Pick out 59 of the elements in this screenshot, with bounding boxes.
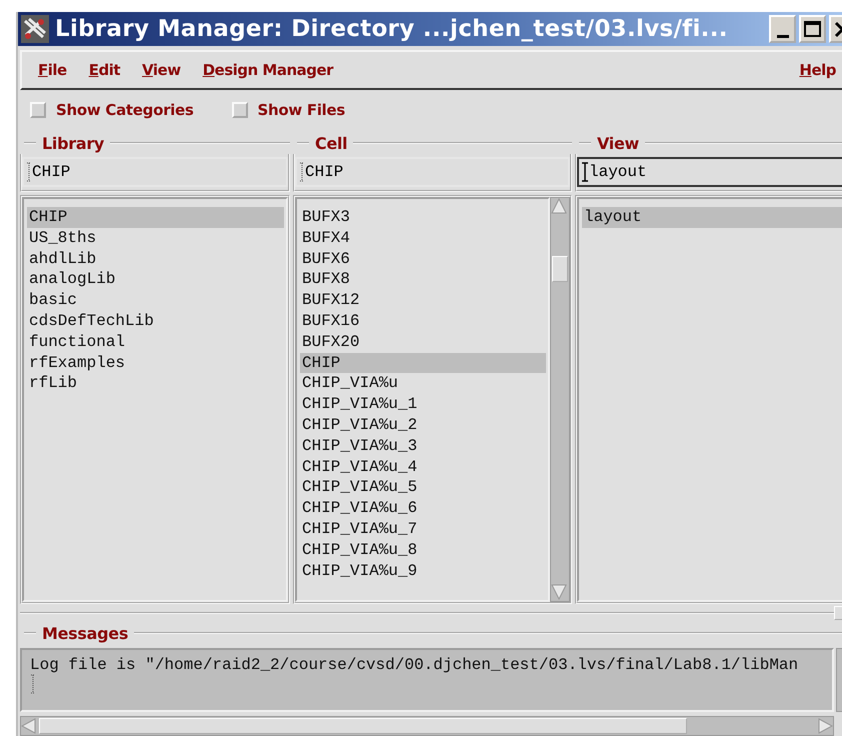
list-item[interactable]: CHIP_VIA%u_6: [300, 498, 546, 519]
checkbox[interactable]: [232, 102, 248, 118]
list-item[interactable]: CHIP_VIA%u_8: [300, 540, 546, 561]
list-item[interactable]: CHIP_VIA%u_1: [300, 394, 546, 415]
text-field[interactable]: CHIP: [295, 157, 570, 187]
list-item[interactable]: BUFX3: [300, 207, 546, 228]
list-item[interactable]: BUFX12: [300, 290, 546, 311]
list-item[interactable]: cdsDefTechLib: [27, 310, 284, 332]
minimize-icon: [776, 34, 788, 38]
list-item[interactable]: functional: [27, 332, 284, 353]
scroll-thumb[interactable]: [552, 256, 568, 282]
horizontal-scrollbar[interactable]: [20, 716, 834, 736]
text-cursor-icon: [581, 162, 589, 182]
list-item[interactable]: CHIP_VIA%u_7: [300, 518, 546, 540]
group-label: Cell: [315, 134, 348, 152]
list-item[interactable]: CHIP_VIA%u_2: [300, 414, 546, 436]
list-item[interactable]: CHIP: [300, 352, 546, 374]
menu-item[interactable]: View: [142, 61, 181, 79]
text-field[interactable]: layout: [577, 157, 842, 187]
checkbox-label: Show Categories: [56, 101, 194, 119]
list-item[interactable]: BUFX8: [300, 269, 546, 290]
group-label: View: [597, 134, 640, 152]
minimize-button[interactable]: [769, 15, 796, 43]
list-item[interactable]: BUFX6: [300, 248, 546, 270]
list-item[interactable]: layout: [582, 207, 842, 228]
list-item[interactable]: BUFX4: [300, 228, 546, 249]
help-menu[interactable]: Help: [799, 61, 836, 79]
group-label: Messages: [42, 624, 128, 642]
list-item[interactable]: basic: [27, 290, 284, 311]
list-item[interactable]: US_8ths: [27, 228, 284, 249]
list-item[interactable]: CHIP_VIA%u_3: [300, 436, 546, 457]
text-cursor-icon: [299, 162, 305, 182]
list-item[interactable]: CHIP: [27, 207, 284, 228]
scroll-thumb[interactable]: [39, 718, 687, 734]
text-field[interactable]: CHIP: [22, 157, 288, 187]
checkbox[interactable]: [30, 102, 46, 118]
menu-item[interactable]: Design Manager: [202, 61, 334, 79]
scrollbar[interactable]: [550, 197, 570, 602]
list-item[interactable]: rfExamples: [27, 352, 284, 374]
text-cursor-icon: [30, 674, 36, 694]
window-title: Library Manager: Directory ...jchen_test/03.lvs/fi...: [55, 16, 729, 42]
list-item[interactable]: BUFX20: [300, 332, 546, 353]
app-icon: [21, 15, 49, 43]
maximize-icon: [803, 20, 822, 38]
list-item[interactable]: BUFX16: [300, 310, 546, 332]
list-item[interactable]: analogLib: [27, 269, 284, 290]
group-label: Library: [42, 134, 104, 152]
list-item[interactable]: CHIP_VIA%u_9: [300, 560, 546, 582]
list-item[interactable]: ahdlLib: [27, 248, 284, 270]
list-item[interactable]: rfLib: [27, 373, 284, 394]
list-item[interactable]: CHIP_VIA%u_5: [300, 477, 546, 498]
maximize-button[interactable]: [799, 15, 826, 43]
list-item[interactable]: CHIP_VIA%u: [300, 373, 546, 394]
list-item[interactable]: CHIP_VIA%u_4: [300, 456, 546, 478]
menu-item[interactable]: File: [38, 61, 67, 79]
menu-item[interactable]: Edit: [88, 61, 120, 79]
checkbox-label: Show Files: [258, 101, 346, 119]
log-line: Log file is "/home/raid2_2/course/cvsd/00.djchen_test/03.lvs/final/Lab8.1/libMan: [30, 656, 800, 674]
text-cursor-icon: [26, 162, 32, 182]
